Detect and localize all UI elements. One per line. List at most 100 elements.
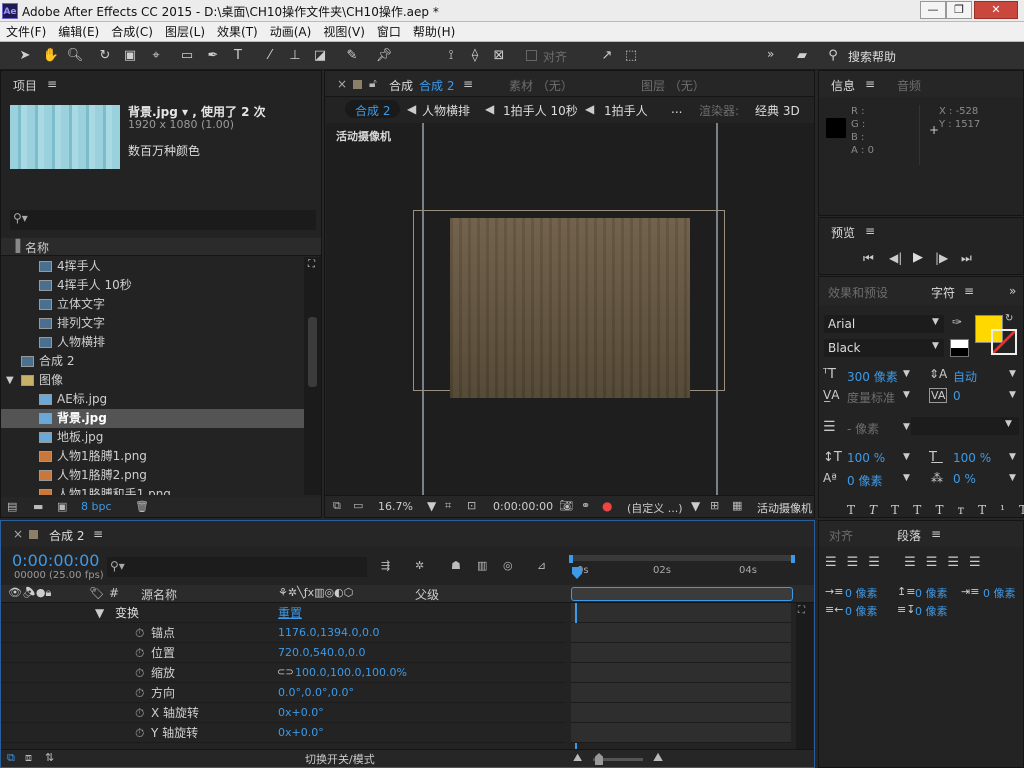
vertical-scale-value[interactable]: 100 % bbox=[847, 451, 885, 465]
property-value[interactable]: 720.0,540.0,0.0 bbox=[278, 643, 365, 663]
project-item[interactable]: 背景.jpg bbox=[1, 409, 304, 428]
close-tab-button[interactable]: × bbox=[13, 527, 23, 541]
snapping-checkbox[interactable] bbox=[526, 50, 537, 61]
channel-icon[interactable]: ● bbox=[602, 499, 612, 513]
menu-file[interactable]: 文件(F) bbox=[0, 22, 52, 42]
property-row[interactable]: ⏱ X 轴旋转 0x+0.0° bbox=[1, 703, 566, 723]
tab-character[interactable]: 字符 bbox=[931, 284, 955, 301]
kerning-value[interactable]: 度量标准 bbox=[847, 389, 895, 406]
tab-audio[interactable]: 音频 bbox=[897, 77, 921, 94]
project-item[interactable]: 排列文字 bbox=[1, 314, 304, 333]
stopwatch-icon[interactable]: ⏱ bbox=[135, 643, 144, 663]
tsume-value[interactable]: 0 % bbox=[953, 472, 976, 486]
label-column-icon[interactable]: 🏷︎ bbox=[89, 586, 104, 600]
work-area-bar[interactable] bbox=[569, 555, 795, 561]
timeline-panel-menu[interactable]: ≡ bbox=[93, 527, 103, 541]
close-tab-button[interactable]: × bbox=[337, 77, 347, 91]
snap-edge-icon[interactable]: ↗ bbox=[598, 47, 616, 65]
tab-preview[interactable]: 预览 bbox=[831, 224, 855, 241]
work-area-start[interactable] bbox=[569, 555, 573, 563]
interpret-footage-icon[interactable]: ▤ bbox=[7, 500, 17, 513]
hand-tool-icon[interactable]: ✋ bbox=[42, 47, 60, 65]
chevron-down-icon[interactable]: ▼ bbox=[903, 422, 910, 432]
property-row[interactable]: ⏱ 位置 720.0,540.0,0.0 bbox=[1, 643, 566, 663]
search-help-field[interactable]: 搜索帮助 bbox=[848, 48, 896, 65]
menu-view[interactable]: 视图(V) bbox=[317, 22, 371, 42]
constrain-proportions-icon[interactable]: ⊂⊃ bbox=[277, 663, 294, 683]
show-snapshot-icon[interactable]: ⚭ bbox=[581, 499, 590, 512]
current-timecode[interactable]: 0:00:00:00 bbox=[12, 551, 99, 570]
prev-frame-icon[interactable]: ◀︎| bbox=[889, 251, 902, 265]
stroke-width-value[interactable]: - 像素 bbox=[847, 420, 879, 437]
wood-floor-layer[interactable] bbox=[450, 218, 690, 398]
comp-panel-menu[interactable]: ≡ bbox=[463, 77, 473, 91]
first-line-indent-value[interactable]: 0 像素 bbox=[983, 585, 1016, 601]
chevron-down-icon[interactable]: ▼ bbox=[1009, 452, 1016, 462]
rotation-tool-icon[interactable]: ↻ bbox=[96, 47, 114, 65]
menu-window[interactable]: 窗口 bbox=[371, 22, 407, 42]
resolution-icon[interactable]: ⌗ bbox=[445, 499, 451, 513]
tab-project[interactable]: 项目 bbox=[13, 77, 37, 94]
timeline-scrollbar[interactable]: ⛶ bbox=[796, 603, 813, 749]
active-camera-dropdown[interactable]: 活动摄像机 bbox=[757, 500, 814, 516]
layer-switches-icon[interactable]: ⚘✲╲ƒx▥◎◐⬡ bbox=[278, 586, 353, 599]
always-preview-icon[interactable]: ⧉ bbox=[333, 499, 341, 513]
world-axis-icon[interactable]: ⟠ bbox=[466, 47, 484, 65]
menu-animation[interactable]: 动画(A) bbox=[264, 22, 318, 42]
name-column-header[interactable]: 名称 bbox=[25, 239, 49, 256]
last-frame-icon[interactable]: ⏭ bbox=[961, 251, 972, 266]
label-column-icon[interactable]: ▐ bbox=[11, 239, 20, 253]
project-panel-menu[interactable]: ≡ bbox=[47, 77, 57, 91]
delete-icon[interactable]: 🗑︎ bbox=[135, 500, 149, 513]
view-axis-icon[interactable]: ⊠ bbox=[490, 47, 508, 65]
renderer-value[interactable]: 经典 3D bbox=[755, 102, 800, 119]
property-row[interactable]: ⏱ 方向 0.0°,0.0°,0.0° bbox=[1, 683, 566, 703]
paragraph-align-buttons[interactable]: ☰☰☰ ☰☰☰☰ bbox=[825, 555, 991, 570]
project-item[interactable]: 立体文字 bbox=[1, 295, 304, 314]
playhead-handle[interactable] bbox=[572, 567, 582, 579]
project-item[interactable]: 4挥手人 bbox=[1, 257, 304, 276]
indent-left-value[interactable]: 0 像素 bbox=[845, 585, 878, 601]
breadcrumb-paishou[interactable]: 1拍手人 bbox=[604, 102, 648, 119]
next-frame-icon[interactable]: |▶︎ bbox=[935, 251, 948, 265]
new-folder-icon[interactable]: ▬ bbox=[33, 500, 43, 513]
comp-mini-flowchart-icon[interactable]: ⇶ bbox=[381, 559, 390, 572]
horizontal-scale-value[interactable]: 100 % bbox=[953, 451, 991, 465]
space-after-value[interactable]: 0 像素 bbox=[915, 603, 948, 619]
project-item[interactable]: 人物横排 bbox=[1, 333, 304, 352]
project-item[interactable]: 地板.jpg bbox=[1, 428, 304, 447]
tab-comp-2[interactable]: 合成 2 bbox=[419, 77, 454, 94]
workspace-icon[interactable]: ▰ bbox=[793, 47, 811, 65]
project-scroll-thumb[interactable] bbox=[308, 317, 317, 387]
transparency-grid-icon[interactable]: ▦ bbox=[732, 499, 742, 512]
chevron-down-icon[interactable]: ▼ bbox=[1009, 390, 1016, 400]
shy-layers-icon[interactable]: ☗ bbox=[451, 559, 461, 572]
work-area-end[interactable] bbox=[791, 555, 795, 563]
layer-search-input[interactable]: ⚲▾ bbox=[107, 557, 367, 577]
bit-depth-button[interactable]: 8 bpc bbox=[81, 500, 112, 513]
local-axis-icon[interactable]: ⟟ bbox=[442, 47, 460, 65]
stroke-type-dropdown[interactable]: ▼ bbox=[911, 417, 1019, 435]
project-item[interactable]: 人物1胳膊1.png bbox=[1, 447, 304, 466]
chevron-down-icon[interactable]: ▼ bbox=[1009, 369, 1016, 379]
chevron-down-icon[interactable]: ▼ bbox=[903, 390, 910, 400]
comp-viewport[interactable]: 活动摄像机 bbox=[326, 123, 814, 495]
grid-icon[interactable]: ⊞ bbox=[710, 499, 719, 512]
toolbar-more[interactable]: » bbox=[767, 47, 774, 61]
property-value[interactable]: 0.0°,0.0°,0.0° bbox=[278, 683, 354, 703]
source-name-header[interactable]: 源名称 bbox=[141, 586, 177, 603]
chevron-down-icon[interactable]: ▼ bbox=[903, 473, 910, 483]
type-tool-icon[interactable]: T bbox=[229, 47, 247, 65]
swap-colors-icon[interactable]: ↻ bbox=[1005, 313, 1013, 324]
layer-number-header[interactable]: # bbox=[109, 586, 119, 600]
property-value[interactable]: 100.0,100.0,100.0% bbox=[295, 663, 407, 683]
project-item[interactable]: 合成 2 bbox=[1, 352, 304, 371]
stopwatch-icon[interactable]: ⏱ bbox=[135, 723, 144, 743]
graph-editor-icon[interactable]: ⊿ bbox=[537, 559, 546, 572]
project-item[interactable]: ▼ 图像 bbox=[1, 371, 304, 390]
lock-icon[interactable]: 🔓︎ bbox=[369, 76, 377, 91]
breadcrumb-comp-2[interactable]: 合成 2 bbox=[345, 100, 401, 118]
char-panel-menu[interactable]: ≡ bbox=[964, 284, 974, 298]
zoom-out-icon[interactable]: ⛰ bbox=[573, 751, 582, 765]
tab-align[interactable]: 对齐 bbox=[829, 527, 853, 544]
